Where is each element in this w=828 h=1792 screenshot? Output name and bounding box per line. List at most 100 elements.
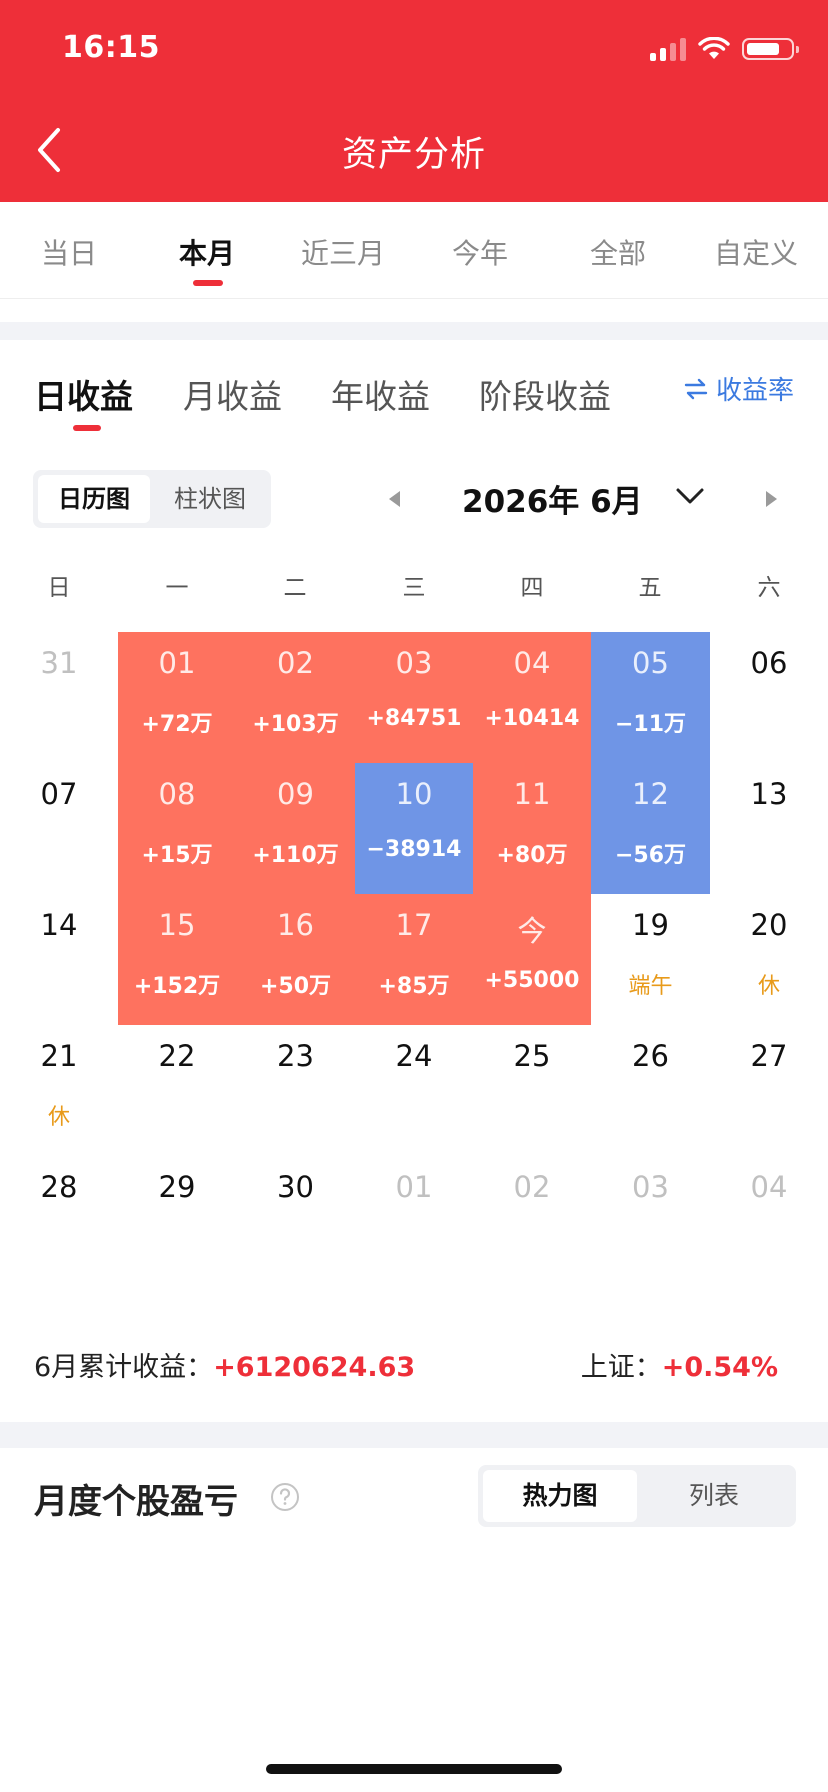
yield-rate-button[interactable]: 收益率 [684,370,794,407]
weekday-thu: 四 [520,575,544,601]
calendar-day[interactable]: 10 −38914 [355,763,473,894]
calendar-day[interactable]: 06 [710,632,828,763]
calendar-day[interactable]: 03 +84751 [355,632,473,763]
day-number: 24 [395,1039,433,1073]
calendar-day[interactable]: 19 端午 [591,894,710,1025]
calendar-day[interactable]: 03 [591,1156,710,1287]
tab-yearly-income[interactable]: 年收益 [331,370,430,418]
index-value: +0.54% [661,1352,778,1383]
day-number: 04 [750,1170,788,1204]
day-number: 01 [158,646,196,680]
next-month-icon[interactable] [756,484,786,514]
calendar-day[interactable]: 05 −11万 [591,632,710,763]
day-income: −56万 [614,843,687,868]
weekday-tue: 二 [283,575,307,601]
day-number: 17 [395,908,433,942]
calendar-day[interactable]: 08 +15万 [118,763,236,894]
bar-chart-view-button[interactable]: 柱状图 [154,475,266,523]
month-summary: 6月累计收益：+6120624.63 上证：+0.54% [34,1345,794,1385]
calendar-day[interactable]: 02 +103万 [236,632,355,763]
calendar-day[interactable]: 20 休 [710,894,828,1025]
previous-month-icon[interactable] [380,484,410,514]
tab-this-year[interactable]: 今年 [420,232,540,272]
heatmap-list-toggle: 热力图 列表 [478,1465,796,1527]
help-icon[interactable] [270,1482,300,1512]
tab-monthly-income[interactable]: 月收益 [183,370,282,418]
home-indicator [266,1764,562,1774]
tab-daily-income[interactable]: 日收益 [34,370,133,418]
day-number: 08 [158,777,196,811]
calendar-day[interactable]: 29 [118,1156,236,1287]
section-title: 月度个股盈亏 [34,1482,238,1522]
day-number: 29 [158,1170,196,1204]
heatmap-button[interactable]: 热力图 [483,1470,637,1522]
chart-view-toggle: 日历图 柱状图 [33,470,271,528]
day-number: 05 [632,646,669,680]
day-number: 03 [395,646,433,680]
calendar-day[interactable]: 04 +10414 [473,632,591,763]
calendar-day[interactable]: 02 [473,1156,591,1287]
calendar-day[interactable]: 26 [591,1025,710,1156]
calendar-day[interactable]: 04 [710,1156,828,1287]
calendar-day[interactable]: 12 −56万 [591,763,710,894]
calendar-day[interactable]: 31 [0,632,118,763]
day-number: 16 [277,908,314,942]
day-income: +85万 [378,974,450,999]
tab-today[interactable]: 当日 [9,232,129,272]
calendar-day[interactable]: 13 [710,763,828,894]
day-number: 25 [513,1039,551,1073]
month-label: 2026年 6月 [462,484,643,520]
calendar-day[interactable]: 21 休 [0,1025,118,1156]
tab-custom[interactable]: 自定义 [696,232,816,272]
day-number: 14 [40,908,78,942]
calendar-day[interactable]: 01 +72万 [118,632,236,763]
day-income: +84751 [366,706,462,731]
calendar-day[interactable]: 15 +152万 [118,894,236,1025]
day-number: 23 [277,1039,314,1073]
holiday-label: 休 [757,974,780,999]
calendar-day[interactable]: 27 [710,1025,828,1156]
day-income: +103万 [252,712,339,737]
day-income: +80万 [496,843,568,868]
day-number: 28 [40,1170,78,1204]
day-income: +50万 [259,974,332,999]
range-tab-indicator [193,280,223,286]
cumulative-income-value: +6120624.63 [213,1352,416,1383]
calendar-day[interactable]: 30 [236,1156,355,1287]
calendar-day[interactable]: 今 +55000 [473,894,591,1025]
tab-all[interactable]: 全部 [558,232,678,272]
tab-last-three-months[interactable]: 近三月 [283,232,403,272]
calendar-day[interactable]: 28 [0,1156,118,1287]
calendar-day[interactable]: 25 [473,1025,591,1156]
day-number: 21 [40,1039,78,1073]
swap-arrows-icon [684,378,708,399]
status-icons [650,36,799,62]
calendar-view-button[interactable]: 日历图 [38,475,150,523]
chevron-down-icon[interactable] [672,478,708,514]
weekday-mon: 一 [165,575,189,601]
tab-this-month[interactable]: 本月 [147,232,267,272]
day-number: 02 [513,1170,551,1204]
calendar-day[interactable]: 09 +110万 [236,763,355,894]
day-number: 06 [750,646,788,680]
index-label: 上证： [580,1352,662,1383]
calendar-day[interactable]: 01 [355,1156,473,1287]
day-number: 10 [395,777,433,811]
range-tab-bar: 当日 本月 近三月 今年 全部 自定义 [0,202,828,299]
calendar-day[interactable]: 17 +85万 [355,894,473,1025]
calendar-day[interactable]: 22 [118,1025,236,1156]
section-divider [0,1422,828,1448]
day-income: −38914 [366,837,462,862]
tab-period-income[interactable]: 阶段收益 [479,370,611,418]
yield-rate-label: 收益率 [715,376,794,406]
calendar-day[interactable]: 11 +80万 [473,763,591,894]
calendar-day[interactable]: 24 [355,1025,473,1156]
calendar-day[interactable]: 07 [0,763,118,894]
calendar-day[interactable]: 23 [236,1025,355,1156]
calendar-day[interactable]: 16 +50万 [236,894,355,1025]
day-number: 12 [632,777,669,811]
list-button[interactable]: 列表 [637,1470,791,1522]
day-number: 02 [277,646,314,680]
calendar-day[interactable]: 14 [0,894,118,1025]
day-number: 22 [158,1039,196,1073]
